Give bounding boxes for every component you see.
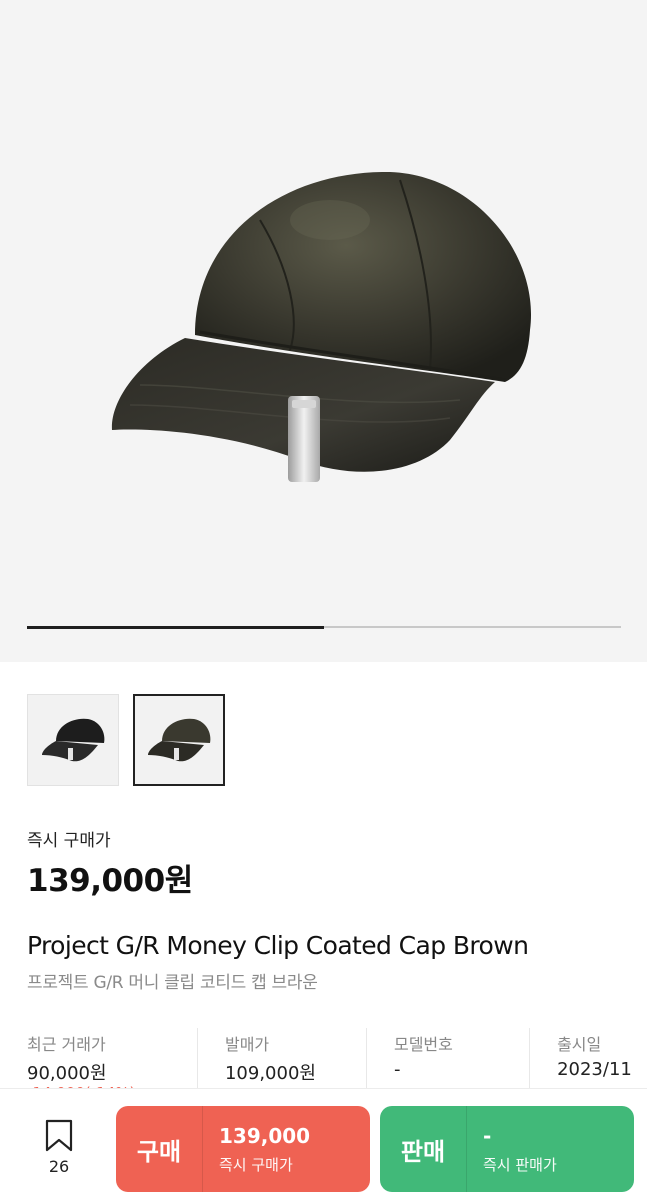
buy-button-label: 구매 <box>136 1137 182 1166</box>
stat-label: 모델번호 <box>393 1035 453 1054</box>
stat-label: 최근 거래가 <box>27 1035 106 1054</box>
product-title-en: Project G/R Money Clip Coated Cap Brown <box>27 931 529 960</box>
cap-thumbnail-icon <box>148 718 211 762</box>
product-stats: 최근 거래가 90,000원 -14,000(-14%) 발매가 109,000… <box>27 1028 647 1092</box>
stat-recent-trade[interactable]: 최근 거래가 90,000원 -14,000(-14%) <box>27 1028 197 1092</box>
sell-button-sublabel: 즉시 판매가 <box>483 1155 557 1174</box>
stat-value: 109,000원 <box>224 1063 316 1084</box>
thumbnail-2[interactable] <box>133 694 225 786</box>
stat-value: 2023/11 <box>557 1059 632 1080</box>
stat-model-number: 모델번호 - <box>365 1028 529 1092</box>
instant-buy-price-label: 즉시 구매가 <box>27 831 111 851</box>
product-image <box>111 171 532 482</box>
sell-button-price: - <box>483 1123 492 1148</box>
sell-button-info: - 즉시 판매가 <box>467 1124 557 1175</box>
cap-thumbnail-icon <box>42 718 105 762</box>
bookmark-icon <box>45 1119 73 1152</box>
stat-label: 발매가 <box>224 1035 270 1054</box>
buy-button-price: 139,000 <box>219 1123 311 1148</box>
bottom-action-bar: 26 구매 139,000 즉시 구매가 판매 - 즉시 판매가 <box>0 1088 647 1200</box>
thumbnail-1[interactable] <box>27 694 119 786</box>
gallery-progress-fill <box>27 625 324 629</box>
product-image-gallery[interactable] <box>0 0 647 662</box>
product-title-ko: 프로젝트 G/R 머니 클립 코티드 캡 브라운 <box>27 973 318 993</box>
stat-release-date: 출시일 2023/11 <box>529 1028 647 1092</box>
stat-value: - <box>393 1059 401 1080</box>
buy-button-info: 139,000 즉시 구매가 <box>203 1124 310 1175</box>
sell-button-label: 판매 <box>400 1137 446 1166</box>
buy-button-sublabel: 즉시 구매가 <box>219 1155 293 1174</box>
bookmark-button[interactable]: 26 <box>30 1119 88 1179</box>
stat-release-price: 발매가 109,000원 <box>196 1028 366 1092</box>
buy-button[interactable]: 구매 139,000 즉시 구매가 <box>116 1106 370 1192</box>
sell-button[interactable]: 판매 - 즉시 판매가 <box>380 1106 634 1192</box>
stat-label: 출시일 <box>557 1035 602 1054</box>
gallery-progress <box>27 625 621 629</box>
thumbnail-strip <box>27 694 225 786</box>
stat-value: 90,000원 <box>27 1063 107 1084</box>
instant-buy-price: 139,000원 <box>27 863 193 899</box>
bookmark-count: 26 <box>48 1157 70 1176</box>
